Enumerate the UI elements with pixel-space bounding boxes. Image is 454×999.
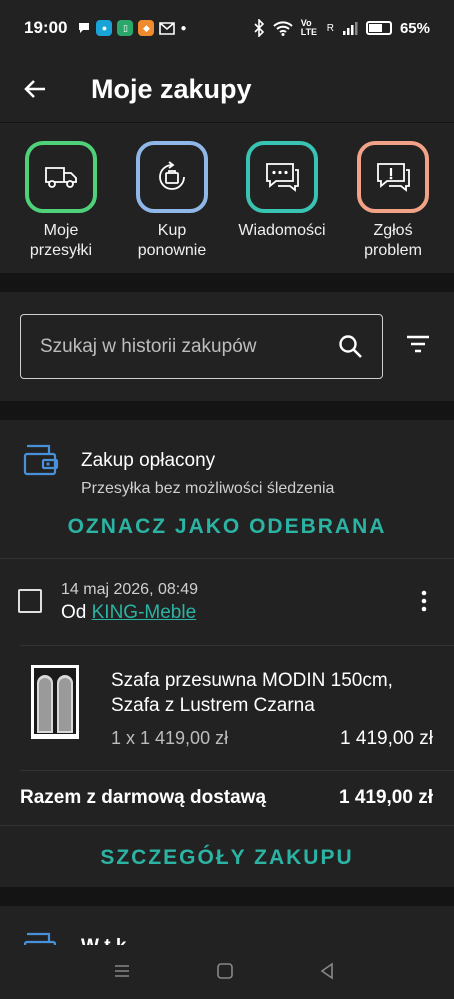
product-thumbnail <box>31 665 79 739</box>
chat-icon <box>266 163 299 192</box>
bluetooth-icon <box>254 19 264 37</box>
back-nav-icon[interactable] <box>318 962 336 980</box>
app-header: Moje zakupy <box>0 56 454 122</box>
shortcut-label: Kup ponownie <box>137 222 207 259</box>
home-icon[interactable] <box>216 962 234 980</box>
shortcut-my-shipments[interactable]: Moje przesyłki <box>6 141 116 261</box>
notification-icons: ● ▯ ◆ ● <box>77 20 187 36</box>
shortcut-report-problem[interactable]: Zgłoś problem <box>338 141 448 261</box>
select-checkbox[interactable] <box>18 589 42 613</box>
shortcut-icon-frame <box>246 141 318 213</box>
network-type: Vo LTE <box>300 18 318 37</box>
product-price: 1 419,00 zł <box>340 728 433 749</box>
search-placeholder: Szukaj w historii zakupów <box>40 335 257 357</box>
purchase-status: Zakup opłacony Przesyłka bez możliwości … <box>0 420 454 558</box>
search-section: Szukaj w historii zakupów <box>0 292 454 401</box>
shortcut-icon-frame <box>25 141 97 213</box>
product-quantity: 1 x 1 419,00 zł <box>111 728 229 748</box>
shortcut-icon-frame <box>136 141 208 213</box>
total-value: 1 419,00 zł <box>338 787 433 808</box>
report-problem-icon <box>377 163 410 192</box>
shortcut-label: Zgłoś problem <box>364 222 422 259</box>
product-row[interactable]: Szafa przesuwna MODIN 150cm, Szafa z Lus… <box>0 646 454 770</box>
app-notification-icon: ● <box>96 20 113 36</box>
seller-row: 14 maj 2026, 08:49 Od KING-Meble <box>0 559 454 645</box>
arrow-left-icon <box>24 80 45 98</box>
roaming-label: R <box>326 22 334 34</box>
status-time: 19:00 <box>24 18 68 37</box>
battery-level: 65% <box>399 19 430 37</box>
total-label: Razem z darmową dostawą <box>20 787 267 808</box>
purchase-status-subtitle: Przesyłka bez możliwości śledzenia <box>81 480 335 497</box>
navigation-bar <box>0 945 454 999</box>
status-bar: 19:00 ● ▯ ◆ ● Vo LTE R 65% <box>0 0 454 56</box>
seller-link[interactable]: KING-Meble <box>92 602 197 623</box>
gmail-icon <box>159 21 176 35</box>
rebuy-icon <box>159 161 185 190</box>
divider <box>0 825 454 826</box>
purchase-details-button[interactable]: SZCZEGÓŁY ZAKUPU <box>0 846 454 870</box>
total-row: Razem z darmową dostawą 1 419,00 zł <box>0 771 454 825</box>
product-name: Szafa przesuwna MODIN 150cm, Szafa z Lus… <box>111 670 393 716</box>
shortcut-label: Moje przesyłki <box>29 222 93 259</box>
shortcut-icon-frame <box>357 141 429 213</box>
signal-icon <box>342 22 358 35</box>
app-notification-icon: ▯ <box>117 20 134 36</box>
app-notification-icon: ◆ <box>138 20 155 36</box>
wifi-icon <box>273 20 293 36</box>
search-icon[interactable] <box>338 334 364 360</box>
purchase-status-title: Zakup opłacony <box>81 450 216 471</box>
back-button[interactable] <box>0 56 70 122</box>
recent-apps-icon[interactable] <box>113 962 131 980</box>
shortcut-messages[interactable]: Wiadomości <box>227 141 337 241</box>
filter-icon[interactable] <box>404 333 432 355</box>
search-input[interactable]: Szukaj w historii zakupów <box>20 314 383 379</box>
messages-icon <box>79 23 90 33</box>
battery-icon <box>365 21 392 35</box>
shortcut-label: Wiadomości <box>238 222 326 239</box>
more-notifications-icon: ● <box>180 22 187 34</box>
shortcut-buy-again[interactable]: Kup ponownie <box>117 141 227 261</box>
purchase-card: Zakup opłacony Przesyłka bez możliwości … <box>0 420 454 887</box>
status-right: Vo LTE R 65% <box>253 19 430 37</box>
order-date: 14 maj 2026, 08:49 <box>61 581 198 598</box>
more-vertical-icon[interactable] <box>412 589 436 613</box>
seller-label: Od KING-Meble <box>61 602 197 623</box>
shortcuts-bar: Moje przesyłki Kup ponownie Wiadomości Zgł… <box>0 123 454 273</box>
page-title: Moje zakupy <box>91 73 252 104</box>
mark-received-button[interactable]: OZNACZ JAKO ODEBRANA <box>0 515 454 539</box>
truck-icon <box>45 167 77 188</box>
wallet-icon <box>23 444 59 476</box>
